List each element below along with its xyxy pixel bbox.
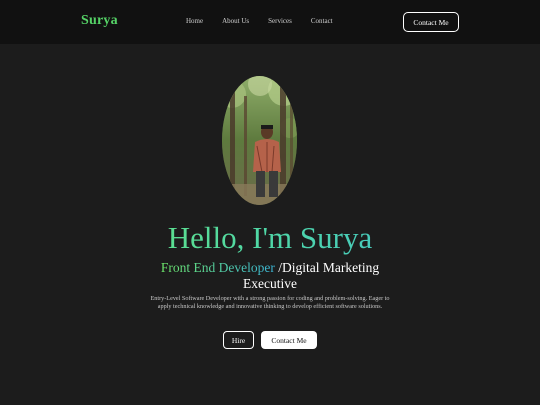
contact-me-button[interactable]: Contact Me <box>261 331 317 349</box>
nav-links: Home About Us Services Contact <box>186 17 352 25</box>
nav-link-contact[interactable]: Contact <box>311 17 333 25</box>
hero-role: Front End Developer /Digital Marketing E… <box>150 260 390 292</box>
profile-photo-image <box>222 76 297 205</box>
nav-link-services[interactable]: Services <box>268 17 292 25</box>
nav-link-about[interactable]: About Us <box>222 17 249 25</box>
hero-title: Hello, I'm Surya <box>0 220 540 256</box>
hero-role-accent: Front End Developer <box>160 260 275 275</box>
profile-photo <box>222 76 297 205</box>
brand-logo[interactable]: Surya <box>81 13 118 29</box>
navbar: Surya Home About Us Services Contact Con… <box>0 0 540 44</box>
hire-button[interactable]: Hire <box>223 331 254 349</box>
nav-link-home[interactable]: Home <box>186 17 203 25</box>
nav-contact-button[interactable]: Contact Me <box>403 12 459 32</box>
hero-description: Entry-Level Software Developer with a st… <box>150 295 390 310</box>
hero-buttons: Hire Contact Me <box>0 331 540 349</box>
